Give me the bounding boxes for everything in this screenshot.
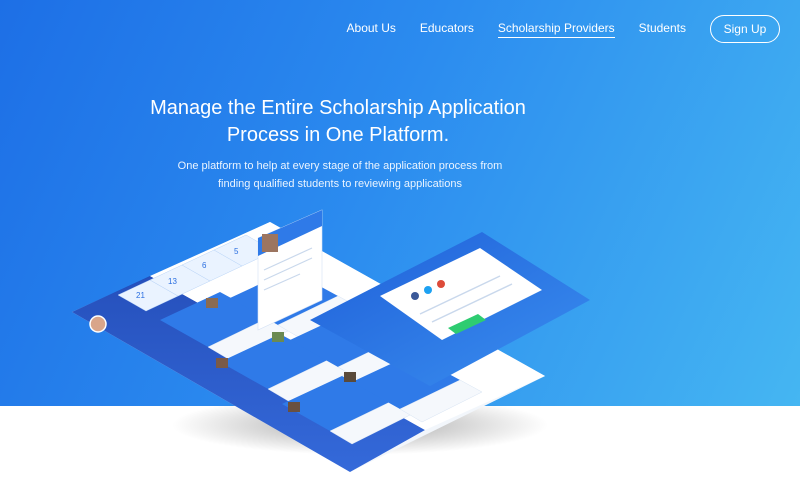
- hero-headline: Manage the Entire Scholarship Applicatio…: [148, 95, 528, 149]
- mockup-shadow: [170, 395, 550, 455]
- hero-subtext: One platform to help at every stage of t…: [160, 157, 520, 193]
- subtext-line-2: finding qualified students to reviewing …: [218, 178, 462, 190]
- headline-line-1: Manage the Entire Scholarship Applicatio…: [150, 97, 526, 119]
- nav-about-us[interactable]: About Us: [347, 21, 396, 37]
- nav-students[interactable]: Students: [639, 21, 686, 37]
- subtext-line-1: One platform to help at every stage of t…: [177, 160, 503, 172]
- hero-section: About Us Educators Scholarship Providers…: [0, 0, 800, 406]
- sign-up-button[interactable]: Sign Up: [710, 15, 780, 43]
- nav-educators[interactable]: Educators: [420, 21, 474, 37]
- headline-line-2: Process in One Platform.: [226, 124, 450, 146]
- top-nav: About Us Educators Scholarship Providers…: [347, 15, 780, 43]
- nav-scholarship-providers[interactable]: Scholarship Providers: [497, 21, 615, 38]
